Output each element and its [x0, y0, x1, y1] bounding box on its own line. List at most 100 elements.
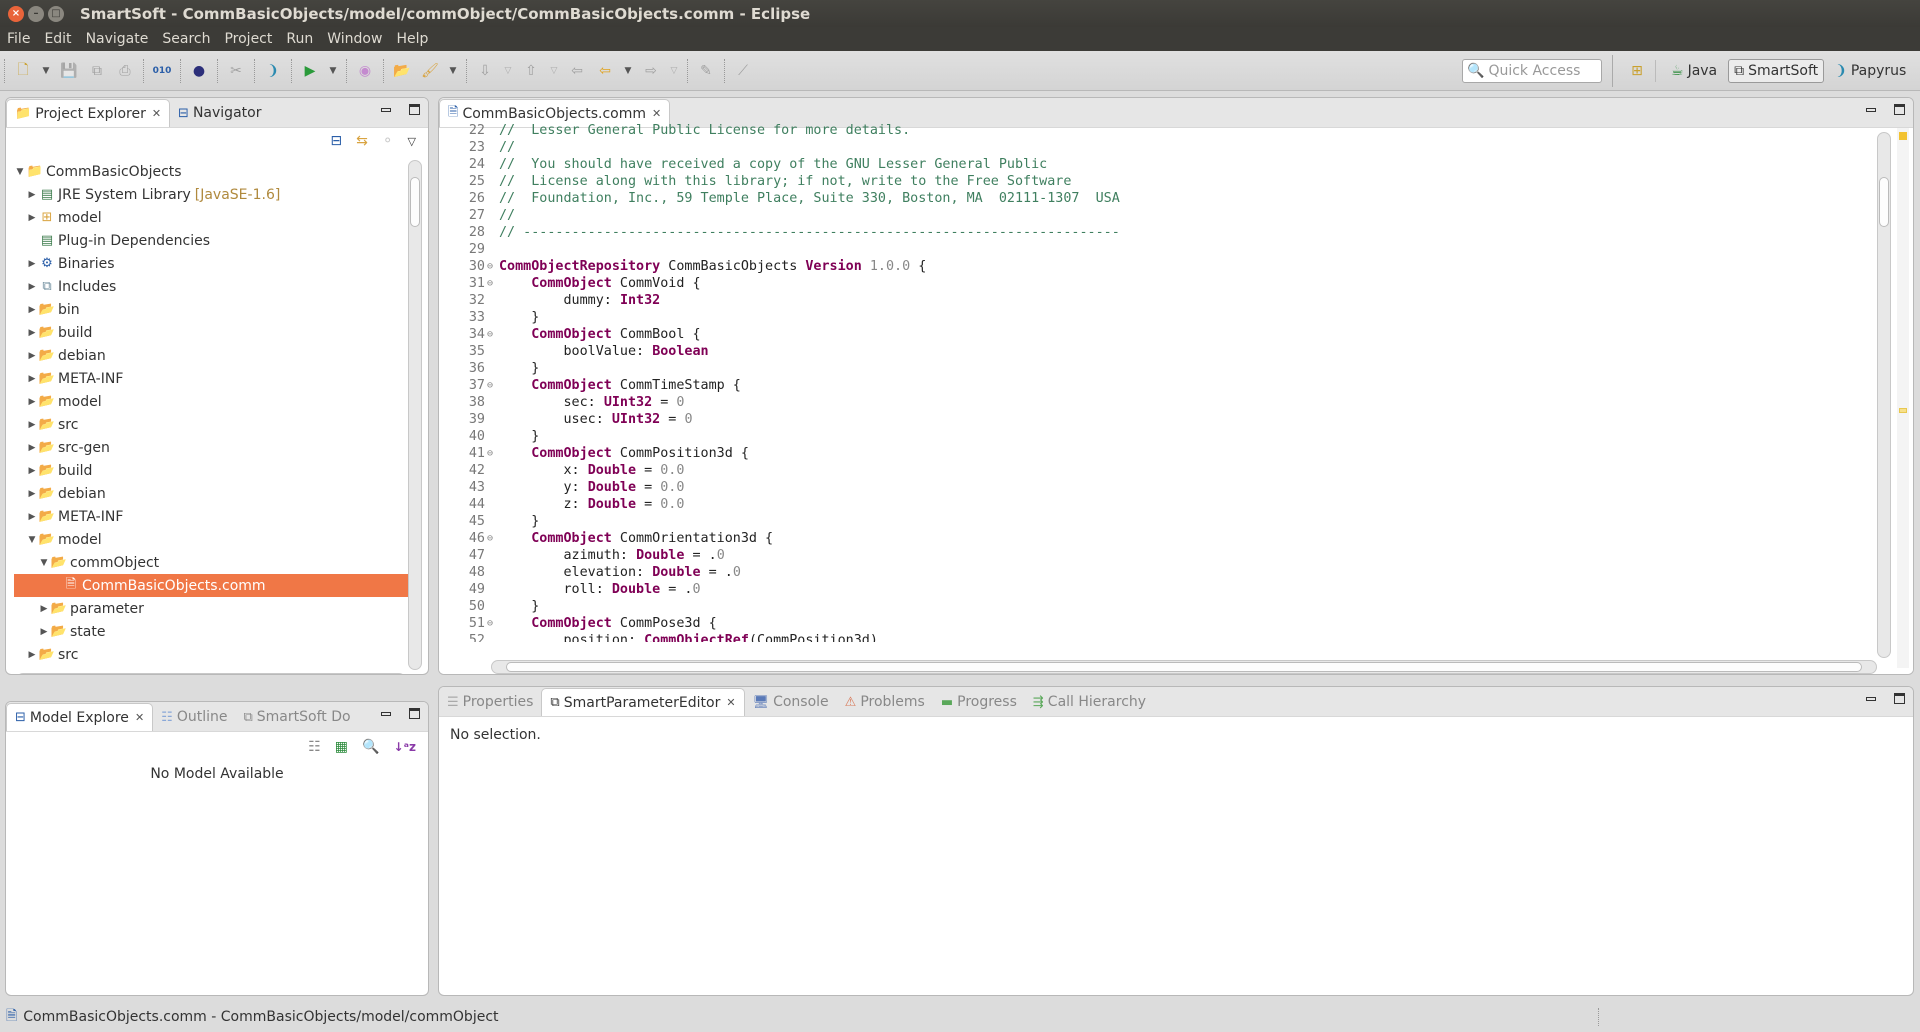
- tree-item[interactable]: ▶ 📂 META-INF: [14, 505, 412, 528]
- tab-smartsoft-documentation[interactable]: ⧉ SmartSoft Do: [235, 703, 358, 731]
- last-edit-icon[interactable]: ⇦: [565, 59, 589, 83]
- fold-collapse-icon[interactable]: ⊖: [487, 615, 499, 632]
- tree-item[interactable]: ▶ ⊞ model: [14, 206, 412, 229]
- menu-window[interactable]: Window: [320, 31, 389, 47]
- tree-structure-icon[interactable]: ☷: [308, 739, 321, 755]
- minimize-icon[interactable]: [381, 108, 391, 112]
- collapse-arrow-icon[interactable]: ▶: [26, 328, 38, 338]
- editor-horizontal-scroll-thumb[interactable]: [506, 662, 1862, 672]
- fold-collapse-icon[interactable]: ⊖: [487, 530, 499, 547]
- tab-project-explorer[interactable]: 📁 Project Explorer ✕: [6, 99, 171, 127]
- tree-item[interactable]: ▶ ⚙ Binaries: [14, 252, 412, 275]
- minimize-icon[interactable]: [1866, 697, 1876, 701]
- run-icon[interactable]: ▶: [298, 59, 322, 83]
- tab-console[interactable]: 🖥 Console: [745, 688, 837, 716]
- maximize-icon[interactable]: [1894, 104, 1905, 115]
- fold-collapse-icon[interactable]: ⊖: [487, 258, 499, 275]
- code-line[interactable]: 35 boolValue: Boolean: [457, 343, 1873, 360]
- tree-item[interactable]: ▶ 📂 src-gen: [14, 436, 412, 459]
- tree-item[interactable]: ▶ 📂 build: [14, 459, 412, 482]
- binary-file-icon[interactable]: 010: [150, 59, 174, 83]
- code-line[interactable]: 28 // -----------------------------------…: [457, 224, 1873, 241]
- tab-call-hierarchy[interactable]: ⇶ Call Hierarchy: [1025, 688, 1154, 716]
- close-icon[interactable]: ✕: [726, 696, 735, 709]
- tab-properties[interactable]: ☰ Properties: [439, 688, 541, 716]
- close-icon[interactable]: ✕: [152, 107, 161, 120]
- previous-annotation-dropdown-icon[interactable]: ▽: [547, 59, 561, 83]
- tree-item[interactable]: ▼ 📂 commObject: [14, 551, 412, 574]
- collapse-arrow-icon[interactable]: ▶: [26, 466, 38, 476]
- menu-project[interactable]: Project: [217, 31, 279, 47]
- menu-file[interactable]: File: [0, 31, 37, 47]
- collapse-arrow-icon[interactable]: ▶: [38, 604, 50, 614]
- code-line[interactable]: 52 position: CommObjectRef(CommPosition3…: [457, 632, 1873, 642]
- tree-item[interactable]: ▶ 📂 src: [14, 413, 412, 436]
- code-line[interactable]: 45 }: [457, 513, 1873, 530]
- sort-alphabetical-icon[interactable]: ↓ᵃz: [393, 740, 416, 754]
- new-dropdown-icon[interactable]: ▼: [39, 59, 53, 83]
- fold-collapse-icon[interactable]: ⊖: [487, 377, 499, 394]
- code-line[interactable]: 46 ⊖ CommObject CommOrientation3d {: [457, 530, 1873, 547]
- close-icon[interactable]: ✕: [135, 711, 144, 724]
- tree-item[interactable]: 🗎 CommBasicObjects.comm: [14, 574, 412, 597]
- next-annotation-icon[interactable]: ⇩: [473, 59, 497, 83]
- fold-collapse-icon[interactable]: ⊖: [487, 445, 499, 462]
- code-line[interactable]: 43 y: Double = 0.0: [457, 479, 1873, 496]
- tree-horizontal-scrollbar[interactable]: [16, 673, 406, 674]
- editor-vertical-scroll-thumb[interactable]: [1879, 177, 1889, 227]
- close-icon[interactable]: ✕: [652, 107, 661, 120]
- fold-collapse-icon[interactable]: ⊖: [487, 275, 499, 292]
- window-maximize-button[interactable]: □: [48, 5, 64, 22]
- occurrence-marker[interactable]: [1899, 408, 1907, 413]
- code-line[interactable]: 22 // Lesser General Public License for m…: [457, 122, 1873, 139]
- code-line[interactable]: 37 ⊖ CommObject CommTimeStamp {: [457, 377, 1873, 394]
- tab-problems[interactable]: ⚠ Problems: [837, 688, 933, 716]
- expand-arrow-icon[interactable]: ▼: [14, 167, 26, 177]
- perspective-java[interactable]: ☕ Java: [1666, 60, 1722, 82]
- run-dropdown-icon[interactable]: ▼: [326, 59, 340, 83]
- save-icon[interactable]: 💾: [57, 59, 81, 83]
- save-all-icon[interactable]: ⧉: [85, 59, 109, 83]
- window-minimize-button[interactable]: –: [28, 5, 44, 22]
- editor-horizontal-scrollbar[interactable]: [491, 660, 1877, 674]
- filter-icon[interactable]: ⚬: [382, 133, 394, 149]
- tree-item[interactable]: ▶ 📂 debian: [14, 482, 412, 505]
- collapse-arrow-icon[interactable]: ▶: [26, 282, 38, 292]
- link-with-editor-icon[interactable]: ⇆: [356, 133, 368, 149]
- tab-progress[interactable]: ▬ Progress: [933, 688, 1025, 716]
- collapse-arrow-icon[interactable]: ▶: [26, 213, 38, 223]
- tree-vertical-scrollbar[interactable]: [408, 160, 422, 670]
- back-icon[interactable]: ⇦: [593, 59, 617, 83]
- tree-item[interactable]: ▼ 📂 model: [14, 528, 412, 551]
- tree-item[interactable]: ▶ ⧉ Includes: [14, 275, 412, 298]
- code-line[interactable]: 32 dummy: Int32: [457, 292, 1873, 309]
- back-dropdown-icon[interactable]: ▼: [621, 59, 635, 83]
- code-line[interactable]: 24 // You should have received a copy of …: [457, 156, 1873, 173]
- code-line[interactable]: 33 }: [457, 309, 1873, 326]
- tree-item[interactable]: ▤ Plug-in Dependencies: [14, 229, 412, 252]
- tab-model-explorer[interactable]: ⊟ Model Explore ✕: [6, 703, 154, 731]
- code-line[interactable]: 51 ⊖ CommObject CommPose3d {: [457, 615, 1873, 632]
- open-perspective-icon[interactable]: ⊞: [1625, 59, 1649, 83]
- fold-collapse-icon[interactable]: ⊖: [487, 326, 499, 343]
- code-line[interactable]: 39 usec: UInt32 = 0: [457, 411, 1873, 428]
- tree-item[interactable]: ▶ 📂 debian: [14, 344, 412, 367]
- next-annotation-dropdown-icon[interactable]: ▽: [501, 59, 515, 83]
- code-line[interactable]: 25 // License along with this library; if…: [457, 173, 1873, 190]
- collapse-arrow-icon[interactable]: ▶: [26, 443, 38, 453]
- collapse-arrow-icon[interactable]: ▶: [26, 420, 38, 430]
- collapse-arrow-icon[interactable]: ▶: [38, 627, 50, 637]
- color-sphere-icon[interactable]: ◉: [353, 59, 377, 83]
- tab-outline[interactable]: ☷ Outline: [153, 703, 235, 731]
- view-menu-icon[interactable]: ▽: [408, 135, 416, 148]
- pin-icon[interactable]: ⟋: [731, 59, 755, 83]
- maximize-icon[interactable]: [409, 708, 420, 719]
- print-icon[interactable]: ⎙: [113, 59, 137, 83]
- collapse-arrow-icon[interactable]: ▶: [26, 259, 38, 269]
- code-line[interactable]: 27 //: [457, 207, 1873, 224]
- code-line[interactable]: 26 // Foundation, Inc., 59 Temple Place, …: [457, 190, 1873, 207]
- window-close-button[interactable]: ×: [8, 5, 24, 22]
- tree-vertical-scroll-thumb[interactable]: [410, 177, 420, 227]
- brush-dropdown-icon[interactable]: ▼: [446, 59, 460, 83]
- expand-arrow-icon[interactable]: ▼: [26, 535, 38, 545]
